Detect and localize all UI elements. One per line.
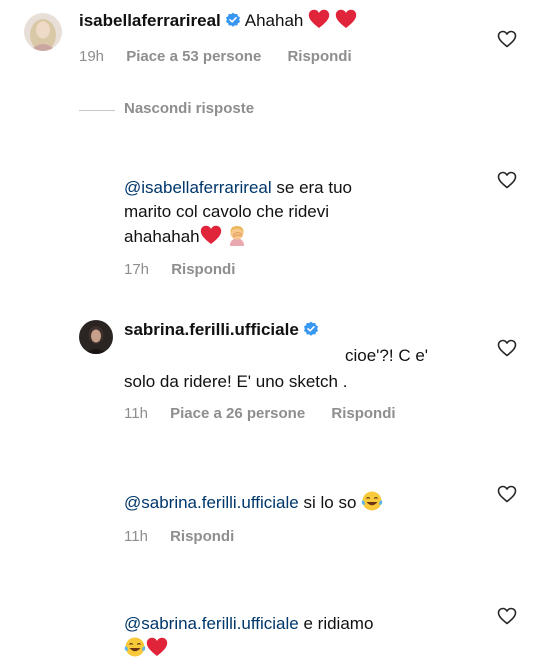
verified-badge-icon: [303, 321, 319, 337]
verified-badge-icon: [225, 12, 241, 28]
reply-text: si lo so: [303, 493, 357, 512]
reply-4-line-2: [124, 636, 168, 661]
replies-divider: [79, 110, 115, 111]
tears-of-joy-emoji: [124, 636, 146, 658]
likes-count[interactable]: Piace a 53 persone: [126, 47, 261, 67]
reply-text: cioe'?! C e': [345, 346, 429, 365]
reply-text: e ridiamo: [303, 614, 374, 633]
reply-text: se era tuo: [276, 178, 352, 197]
reply-text: ahahahah: [124, 227, 200, 246]
reply-2-line-3: solo da ridere! E' uno sketch .: [124, 370, 347, 394]
red-heart-emoji: [335, 9, 357, 29]
reply-button[interactable]: Rispondi: [287, 47, 351, 67]
reply-button[interactable]: Rispondi: [170, 527, 234, 547]
comment-time: 19h: [79, 48, 105, 65]
like-heart-outline-icon[interactable]: [497, 29, 517, 49]
reply-3-line-1: @sabrina.ferilli.ufficiale si lo so: [124, 490, 383, 515]
comment-text: Ahahah: [244, 11, 304, 30]
reply-2-line-1: sabrina.ferilli.ufficiale: [124, 318, 323, 342]
reply-1-line-3: ahahahah: [124, 224, 248, 249]
reply-2-meta: 11h Piace a 26 persone Rispondi: [124, 404, 396, 424]
reply-1-meta: 17h Rispondi: [124, 260, 235, 280]
red-heart-emoji: [200, 225, 222, 245]
mention-link[interactable]: @isabellaferrarireal: [124, 178, 272, 197]
username-sabrina-ferilli-ufficiale[interactable]: sabrina.ferilli.ufficiale: [124, 320, 299, 339]
mention-link[interactable]: @sabrina.ferilli.ufficiale: [124, 493, 299, 512]
red-heart-emoji: [146, 637, 168, 657]
reply-time: 17h: [124, 261, 150, 278]
reply-4-line-1: @sabrina.ferilli.ufficiale e ridiamo: [124, 612, 373, 636]
reply-button[interactable]: Rispondi: [171, 260, 235, 280]
reply-3-meta: 11h Rispondi: [124, 527, 234, 547]
comment-1-meta: 19h Piace a 53 persone Rispondi: [79, 47, 352, 67]
like-heart-outline-icon[interactable]: [497, 338, 517, 358]
like-heart-outline-icon[interactable]: [497, 606, 517, 626]
tears-of-joy-emoji: [361, 490, 383, 512]
like-heart-outline-icon[interactable]: [497, 484, 517, 504]
mention-link[interactable]: @sabrina.ferilli.ufficiale: [124, 614, 299, 633]
reply-time: 11h: [124, 528, 148, 545]
reply-button[interactable]: Rispondi: [331, 404, 395, 424]
reply-1-line-1: @isabellaferrarireal se era tuo: [124, 176, 352, 200]
hide-replies-button[interactable]: Nascondi risposte: [124, 99, 254, 119]
red-heart-emoji: [308, 9, 330, 29]
facepalm-emoji: [226, 224, 248, 246]
reply-2-line-2: cioe'?! C e': [345, 344, 428, 368]
reply-text: solo da ridere! E' uno sketch .: [124, 372, 348, 391]
like-heart-outline-icon[interactable]: [497, 170, 517, 190]
comment-1-line: isabellaferrarireal Ahahah: [79, 9, 357, 33]
reply-text: marito col cavolo che ridevi: [124, 202, 330, 221]
avatar-sabrina-ferilli-ufficiale[interactable]: [79, 320, 113, 354]
username-isabellaferrarireal[interactable]: isabellaferrarireal: [79, 11, 221, 30]
reply-time: 11h: [124, 405, 148, 422]
likes-count[interactable]: Piace a 26 persone: [170, 404, 305, 424]
reply-1-line-2: marito col cavolo che ridevi: [124, 200, 329, 224]
avatar-isabellaferrarireal[interactable]: [24, 13, 62, 51]
